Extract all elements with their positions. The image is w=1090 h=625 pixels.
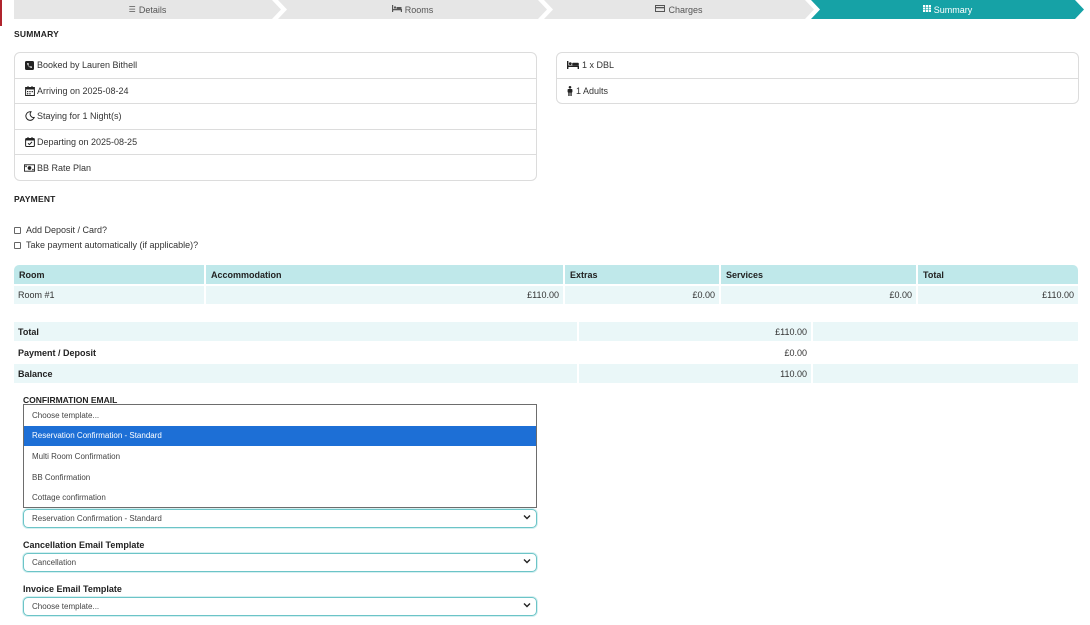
booked-by-row: Booked by Lauren Bithell (15, 53, 536, 79)
balance-label: Balance (14, 364, 577, 383)
confirmation-template-select[interactable]: Reservation Confirmation - Standard (23, 509, 537, 528)
total-label: Total (14, 322, 577, 341)
table-icon (923, 5, 931, 14)
col-header-extras: Extras (565, 265, 719, 284)
guests-row: 1 Adults (557, 79, 1078, 105)
confirmation-template-options[interactable]: Choose template... Reservation Confirmat… (23, 404, 537, 508)
chevron-down-icon (523, 601, 531, 611)
booking-details-card: Booked by Lauren Bithell Arriving on 202… (14, 52, 537, 181)
left-accent-bar (0, 0, 2, 26)
option-multi-room-confirmation[interactable]: Multi Room Confirmation (24, 446, 536, 467)
bed-icon (566, 61, 580, 70)
calendar-icon (24, 85, 35, 96)
totals-table: Total £110.00 Payment / Deposit £0.00 Ba… (14, 322, 1078, 385)
moon-icon (24, 111, 35, 122)
option-bb-confirmation[interactable]: BB Confirmation (24, 467, 536, 488)
room-type-row: 1 x DBL (557, 53, 1078, 79)
add-deposit-checkbox[interactable] (14, 226, 21, 234)
arriving-row: Arriving on 2025-08-24 (15, 79, 536, 105)
step-summary[interactable]: Summary (811, 0, 1084, 19)
invoice-email-label: Invoice Email Template (23, 584, 122, 594)
step-summary-label: Summary (933, 4, 973, 15)
credit-card-icon (655, 5, 665, 14)
calendar-check-icon (24, 137, 35, 148)
staying-text: Staying for 1 Night(s) (37, 111, 122, 122)
invoice-template-select[interactable]: Choose template... (23, 597, 537, 616)
option-reservation-confirmation-standard[interactable]: Reservation Confirmation - Standard (24, 425, 536, 447)
charges-table: Room Accommodation Extras Services Total… (14, 265, 1078, 304)
list-icon: ☰ (128, 5, 136, 14)
deposit-row: Payment / Deposit £0.00 (14, 343, 1078, 362)
phone-icon (24, 60, 35, 70)
col-header-services: Services (721, 265, 916, 284)
auto-payment-option[interactable]: Take payment automatically (if applicabl… (14, 240, 198, 250)
cell-accommodation: £110.00 (206, 286, 563, 304)
auto-payment-label: Take payment automatically (if applicabl… (26, 240, 199, 250)
confirmation-template-value: Reservation Confirmation - Standard (32, 514, 162, 523)
deposit-value: £0.00 (784, 347, 807, 358)
charges-table-header: Room Accommodation Extras Services Total (14, 265, 1078, 284)
step-charges[interactable]: Charges (544, 0, 814, 19)
option-choose-template[interactable]: Choose template... (24, 405, 536, 426)
cancellation-email-label: Cancellation Email Template (23, 540, 145, 550)
total-spacer (813, 322, 1078, 341)
invoice-template-value: Choose template... (32, 602, 100, 611)
cell-extras: £0.00 (565, 286, 719, 304)
auto-payment-checkbox[interactable] (14, 241, 21, 249)
cell-room: Room #1 (14, 286, 204, 304)
room-type-text: 1 x DBL (582, 60, 615, 71)
col-header-total: Total (918, 265, 1078, 284)
wizard-steps: ☰ Details Rooms Charges Summary (14, 0, 1084, 19)
cancellation-template-select[interactable]: Cancellation (23, 553, 537, 572)
balance-row: Balance 110.00 (14, 364, 1078, 383)
bed-icon (392, 5, 402, 14)
chevron-down-icon (523, 557, 531, 567)
step-rooms-label: Rooms (404, 4, 434, 15)
table-row: Room #1 £110.00 £0.00 £0.00 £110.00 (14, 286, 1078, 304)
booked-by-text: Booked by Lauren Bithell (37, 60, 138, 71)
step-charges-label: Charges (668, 4, 703, 15)
col-header-room: Room (14, 265, 204, 284)
balance-spacer (813, 364, 1078, 383)
person-icon (566, 86, 574, 97)
departing-text: Departing on 2025-08-25 (37, 137, 138, 148)
cell-total: £110.00 (918, 286, 1078, 304)
step-details-label: Details (138, 4, 167, 15)
deposit-spacer (813, 343, 1078, 362)
staying-row: Staying for 1 Night(s) (15, 104, 536, 130)
money-icon (24, 164, 35, 172)
payment-title: PAYMENT (14, 194, 56, 204)
total-row: Total £110.00 (14, 322, 1078, 341)
rate-plan-text: BB Rate Plan (37, 163, 92, 174)
chevron-down-icon (523, 513, 531, 523)
summary-title: SUMMARY (14, 29, 59, 39)
deposit-label: Payment / Deposit (18, 347, 97, 358)
total-value: £110.00 (579, 322, 811, 341)
option-cottage-confirmation[interactable]: Cottage confirmation (24, 487, 536, 508)
step-rooms[interactable]: Rooms (278, 0, 547, 19)
departing-row: Departing on 2025-08-25 (15, 130, 536, 156)
balance-value: 110.00 (579, 364, 811, 383)
cancellation-template-value: Cancellation (32, 558, 77, 567)
room-details-card: 1 x DBL 1 Adults (556, 52, 1079, 104)
step-details[interactable]: ☰ Details (14, 0, 281, 19)
cell-services: £0.00 (721, 286, 916, 304)
add-deposit-option[interactable]: Add Deposit / Card? (14, 225, 107, 235)
guests-text: 1 Adults (576, 86, 609, 97)
add-deposit-label: Add Deposit / Card? (26, 225, 108, 235)
rate-plan-row: BB Rate Plan (15, 155, 536, 181)
col-header-accommodation: Accommodation (206, 265, 563, 284)
arriving-text: Arriving on 2025-08-24 (37, 85, 129, 96)
